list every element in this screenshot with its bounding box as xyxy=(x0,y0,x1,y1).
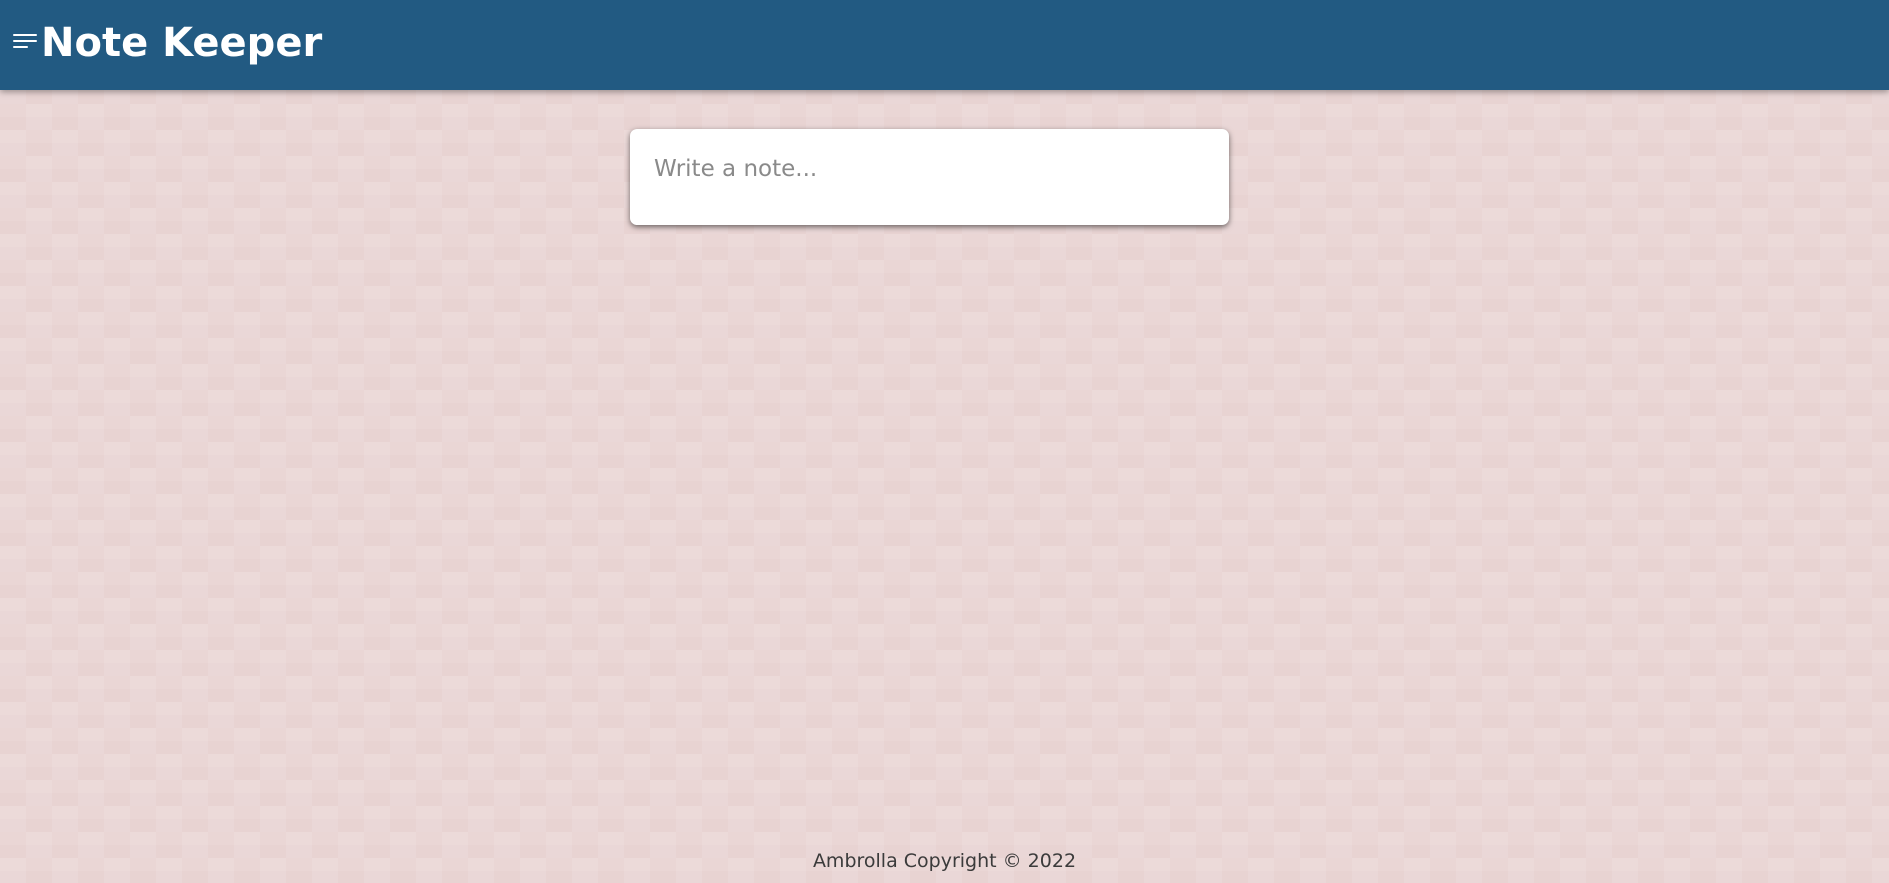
app-header: Note Keeper xyxy=(0,0,1889,90)
note-composer-card xyxy=(630,129,1229,225)
footer-copyright: Ambrolla Copyright © 2022 xyxy=(812,850,1077,872)
app-title: Note Keeper xyxy=(41,20,323,66)
note-input[interactable] xyxy=(654,149,1204,189)
menu-icon[interactable] xyxy=(13,34,37,51)
